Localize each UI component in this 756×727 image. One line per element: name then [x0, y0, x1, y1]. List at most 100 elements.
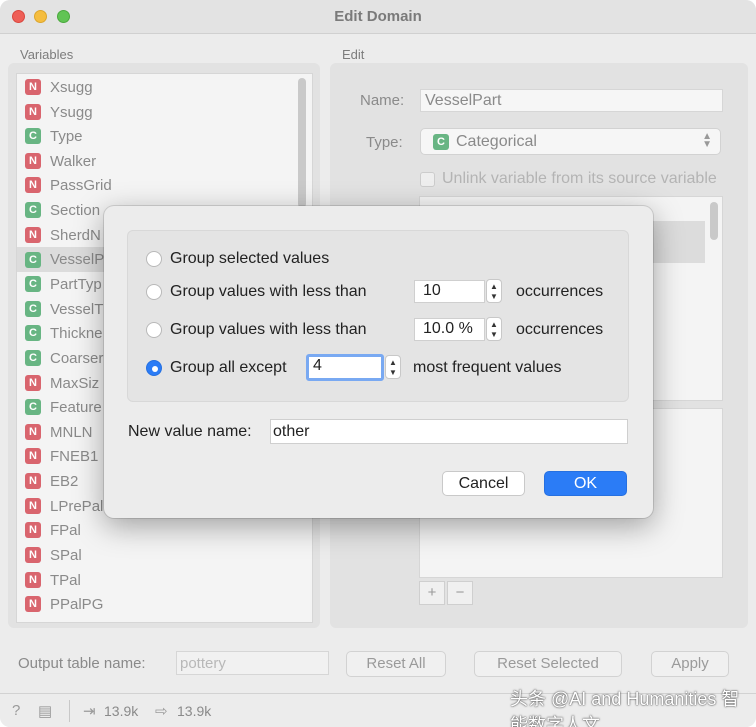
- up-down-chevron-icon: ▲ ▼: [702, 131, 712, 150]
- variable-item[interactable]: N PassGrid: [25, 175, 112, 195]
- numeric-icon: N: [25, 448, 41, 464]
- numeric-icon: N: [25, 177, 41, 193]
- variable-name: FNEB1: [50, 447, 99, 465]
- apply-button[interactable]: Apply: [651, 651, 729, 677]
- variable-name: Ysugg: [50, 103, 93, 121]
- categorical-icon: C: [25, 399, 41, 415]
- variable-item[interactable]: N SherdN: [25, 225, 101, 245]
- numeric-icon: N: [25, 498, 41, 514]
- categorical-icon: C: [25, 251, 41, 268]
- variable-name: SPal: [50, 546, 82, 564]
- output-table-label: Output table name:: [18, 655, 146, 672]
- categorical-icon: C: [25, 325, 41, 341]
- output-table-field[interactable]: pottery: [176, 651, 329, 675]
- report-icon[interactable]: ▤: [38, 702, 52, 720]
- radio-group-less-than-count[interactable]: [146, 284, 162, 300]
- variable-item[interactable]: C Coarser: [25, 348, 103, 368]
- radio-group-less-than-percent[interactable]: [146, 322, 162, 338]
- ok-button[interactable]: OK: [544, 471, 627, 496]
- radio-group-all-except[interactable]: [146, 360, 162, 376]
- variable-name: TPal: [50, 571, 81, 589]
- option-suffix: most frequent values: [413, 359, 562, 376]
- variable-item[interactable]: C Section: [25, 200, 100, 220]
- variable-item[interactable]: N PPalPG: [25, 594, 103, 614]
- variable-name: LPrePal: [50, 497, 104, 515]
- type-select[interactable]: C Categorical ▲ ▼: [420, 128, 721, 155]
- option-suffix: occurrences: [516, 283, 604, 300]
- unlink-checkbox-row[interactable]: Unlink variable from its source variable: [420, 170, 717, 188]
- type-value: Categorical: [456, 132, 537, 150]
- percent-threshold-stepper[interactable]: ▲ ▼: [486, 317, 502, 341]
- variable-name: VesselP: [50, 251, 105, 268]
- input-size: 13.9k: [104, 703, 139, 719]
- variable-item[interactable]: C Type: [25, 126, 83, 146]
- count-threshold-input[interactable]: 10: [414, 280, 485, 303]
- add-button[interactable]: +: [419, 581, 445, 605]
- variable-item[interactable]: N TPal: [25, 570, 81, 590]
- radio-group-selected[interactable]: [146, 251, 162, 267]
- name-label: Name:: [360, 92, 405, 109]
- variable-name: SherdN: [50, 226, 101, 244]
- cancel-button[interactable]: Cancel: [442, 471, 525, 496]
- option-label: Group selected values: [170, 250, 330, 267]
- type-label: Type:: [366, 134, 403, 151]
- variable-item[interactable]: C PartTyp: [25, 274, 102, 294]
- variable-item[interactable]: N MaxSiz: [25, 373, 99, 393]
- categorical-icon: C: [25, 301, 41, 317]
- variable-item[interactable]: N Walker: [25, 151, 96, 171]
- variable-item[interactable]: N Xsugg: [25, 77, 93, 97]
- variable-item[interactable]: N Ysugg: [25, 102, 93, 122]
- variables-scrollbar[interactable]: [298, 78, 306, 208]
- variable-item[interactable]: C Feature: [25, 397, 102, 417]
- categorical-icon: C: [25, 202, 41, 218]
- reset-all-button[interactable]: Reset All: [346, 651, 446, 677]
- unlink-label: Unlink variable from its source variable: [442, 170, 717, 187]
- title-bar: Edit Domain: [0, 0, 756, 34]
- numeric-icon: N: [25, 572, 41, 588]
- new-value-field[interactable]: other: [270, 419, 628, 444]
- variable-name: PartTyp: [50, 275, 102, 293]
- percent-threshold-input[interactable]: 10.0 %: [414, 318, 485, 341]
- new-value-label: New value name:: [128, 423, 252, 440]
- numeric-icon: N: [25, 522, 41, 538]
- option-label: Group values with less than: [170, 321, 367, 338]
- variable-name: Coarser: [50, 349, 104, 367]
- reset-selected-button[interactable]: Reset Selected: [474, 651, 622, 677]
- categorical-icon: C: [25, 276, 41, 292]
- numeric-icon: N: [25, 424, 41, 440]
- numeric-icon: N: [25, 104, 41, 120]
- numeric-icon: N: [25, 153, 41, 169]
- group-values-dialog: Group selected values Group values with …: [104, 206, 653, 518]
- variable-item[interactable]: N LPrePal: [25, 496, 103, 516]
- variable-name: PassGrid: [50, 176, 112, 194]
- variable-name: MaxSiz: [50, 374, 100, 392]
- remove-button[interactable]: −: [447, 581, 473, 605]
- variable-item[interactable]: C VesselT: [25, 299, 103, 319]
- variable-name: Feature: [50, 398, 102, 416]
- help-icon[interactable]: ?: [12, 702, 20, 719]
- variable-name: Thickne: [50, 324, 103, 342]
- variable-item[interactable]: N FNEB1: [25, 446, 98, 466]
- unlink-checkbox[interactable]: [420, 171, 435, 187]
- top-values-input[interactable]: 4: [306, 354, 384, 381]
- variable-name: MNLN: [50, 423, 93, 441]
- count-threshold-stepper[interactable]: ▲ ▼: [486, 279, 502, 303]
- variable-name: PPalPG: [50, 595, 104, 613]
- variable-item[interactable]: N EB2: [25, 471, 78, 491]
- edit-section-label: Edit: [342, 47, 365, 62]
- variable-name: Walker: [50, 152, 97, 170]
- numeric-icon: N: [25, 79, 41, 95]
- variable-item[interactable]: N SPal: [25, 545, 82, 565]
- name-field[interactable]: VesselPart: [420, 89, 723, 112]
- option-label: Group values with less than: [170, 283, 367, 300]
- edit-domain-window: Edit Domain Variables N Xsugg N Ysugg C Typ…: [0, 0, 756, 727]
- categorical-icon: C: [433, 133, 449, 150]
- watermark: 头条 @AI and Humanities 智能数字人文: [510, 689, 740, 727]
- variable-item[interactable]: N FPal: [25, 520, 81, 540]
- top-values-stepper[interactable]: ▲ ▼: [385, 355, 401, 379]
- variable-name: EB2: [50, 472, 79, 490]
- values-scrollbar[interactable]: [710, 202, 718, 240]
- variable-item[interactable]: N MNLN: [25, 422, 93, 442]
- numeric-icon: N: [25, 375, 41, 391]
- variable-item[interactable]: C Thickne: [25, 323, 103, 343]
